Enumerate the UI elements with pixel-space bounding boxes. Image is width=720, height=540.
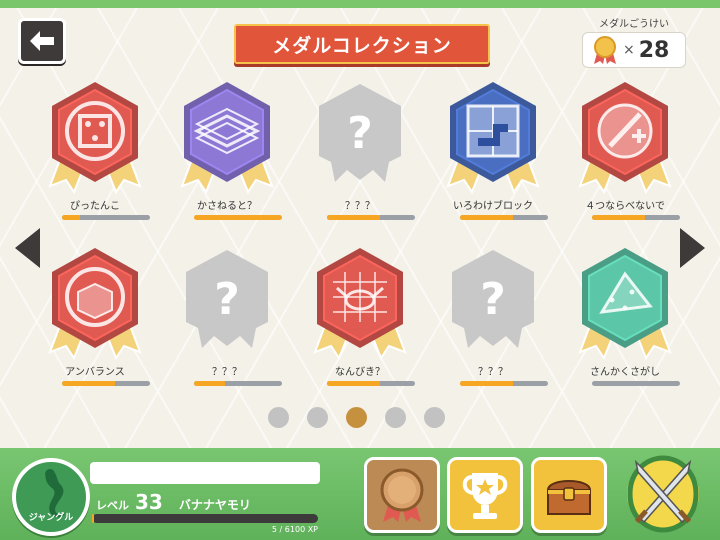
medal-name: なんびき？	[335, 367, 385, 378]
gold-medal-icon	[594, 36, 616, 64]
medal-progress-bar	[62, 381, 150, 386]
medal-card[interactable]: ? ？？？	[172, 242, 282, 392]
chevron-left-icon	[15, 228, 40, 268]
treasure-chest-button[interactable]	[531, 457, 607, 533]
medal-badge-icon	[48, 82, 142, 194]
next-page-button[interactable]	[676, 226, 710, 270]
medal-progress-fill	[194, 215, 282, 220]
page-dot[interactable]	[268, 407, 289, 428]
svg-text:?: ?	[480, 274, 506, 325]
medal-badge-icon	[446, 82, 540, 194]
svg-text:?: ?	[347, 108, 373, 159]
medal-name: ？？？	[212, 367, 242, 378]
locked-medal-icon: ?	[452, 250, 534, 348]
level-number: 33	[135, 490, 163, 514]
medal-name: ？？？	[478, 367, 508, 378]
medal-total-count: 28	[638, 37, 670, 63]
medal-badge-icon	[313, 248, 407, 360]
medal-badge-icon	[578, 248, 672, 360]
medals-tab-button[interactable]	[364, 457, 440, 533]
chevron-right-icon	[680, 228, 705, 268]
medal-progress-fill	[460, 215, 513, 220]
xp-bar	[92, 514, 318, 523]
level-label: レベル	[96, 499, 129, 512]
medal-name: ４つならべないで	[585, 201, 665, 212]
medal-name: ぴったんこ	[70, 201, 120, 212]
medal-progress-bar	[62, 215, 150, 220]
trophy-button[interactable]	[447, 457, 523, 533]
medal-badge-icon	[48, 248, 142, 360]
medal-progress-bar	[194, 215, 282, 220]
medal-card[interactable]: いろわけブロック	[438, 76, 548, 226]
medal-progress-fill	[194, 381, 225, 386]
page-dot[interactable]	[385, 407, 406, 428]
page-dot[interactable]	[424, 407, 445, 428]
medal-card[interactable]: かさねると？	[172, 76, 282, 226]
back-button[interactable]	[18, 18, 66, 64]
avatar-label: ジャングル	[28, 513, 74, 523]
medal-name: アンバランス	[65, 367, 125, 378]
crossed-swords-icon	[627, 455, 699, 533]
medal-card[interactable]: さんかくさがし	[570, 242, 680, 392]
locked-medal-icon: ?	[319, 84, 401, 182]
medal-badge-icon	[578, 82, 672, 194]
locked-medal-icon: ?	[186, 250, 268, 348]
medal-total-box: × 28	[582, 32, 686, 68]
medal-name: かさねると？	[197, 201, 257, 212]
prev-page-button[interactable]	[10, 226, 44, 270]
medal-total-label: メダルごうけい	[599, 19, 669, 30]
level-info: レベル 33 バナナヤモリ	[96, 490, 251, 514]
page-title: メダルコレクション	[234, 24, 490, 64]
page-dots	[268, 407, 445, 428]
medal-progress-bar	[460, 381, 548, 386]
medal-progress-fill	[460, 381, 513, 386]
medal-progress-bar	[327, 215, 415, 220]
medal-progress-fill	[62, 381, 115, 386]
arrow-left-icon	[30, 31, 54, 51]
medal-progress-bar	[592, 381, 680, 386]
player-title: バナナヤモリ	[178, 498, 251, 512]
medal-card[interactable]: ぴったんこ	[40, 76, 150, 226]
medal-progress-bar	[327, 381, 415, 386]
medal-card[interactable]: アンバランス	[40, 242, 150, 392]
medal-badge-icon	[180, 82, 274, 194]
medal-name: さんかくさがし	[590, 367, 660, 378]
page-dot[interactable]	[346, 407, 367, 428]
medal-progress-bar	[460, 215, 548, 220]
medal-progress-fill	[327, 381, 380, 386]
medal-card[interactable]: ? ？？？	[305, 76, 415, 226]
medal-progress-fill	[327, 215, 380, 220]
medal-progress-fill	[592, 215, 645, 220]
xp-bar-fill	[92, 514, 95, 523]
medal-total: メダルごうけい × 28	[582, 15, 686, 68]
medal-progress-fill	[62, 215, 80, 220]
avatar[interactable]	[12, 458, 90, 536]
trophy-icon	[462, 473, 508, 519]
player-name-field[interactable]	[90, 462, 320, 484]
medal-progress-bar	[592, 215, 680, 220]
medal-card[interactable]: ? ？？？	[438, 242, 548, 392]
xp-text: 5 / 6100 XP	[271, 525, 318, 534]
medal-name: ？？？	[345, 201, 375, 212]
medal-icon	[380, 468, 424, 522]
medal-name: いろわけブロック	[453, 201, 533, 212]
medal-progress-bar	[194, 381, 282, 386]
medal-card[interactable]: ４つならべないで	[570, 76, 680, 226]
page-dot[interactable]	[307, 407, 328, 428]
top-band	[0, 0, 720, 8]
medal-card[interactable]: なんびき？	[305, 242, 415, 392]
times-sign: ×	[623, 42, 635, 58]
svg-text:?: ?	[214, 274, 240, 325]
treasure-chest-icon	[546, 480, 592, 515]
battle-button[interactable]	[618, 450, 708, 536]
